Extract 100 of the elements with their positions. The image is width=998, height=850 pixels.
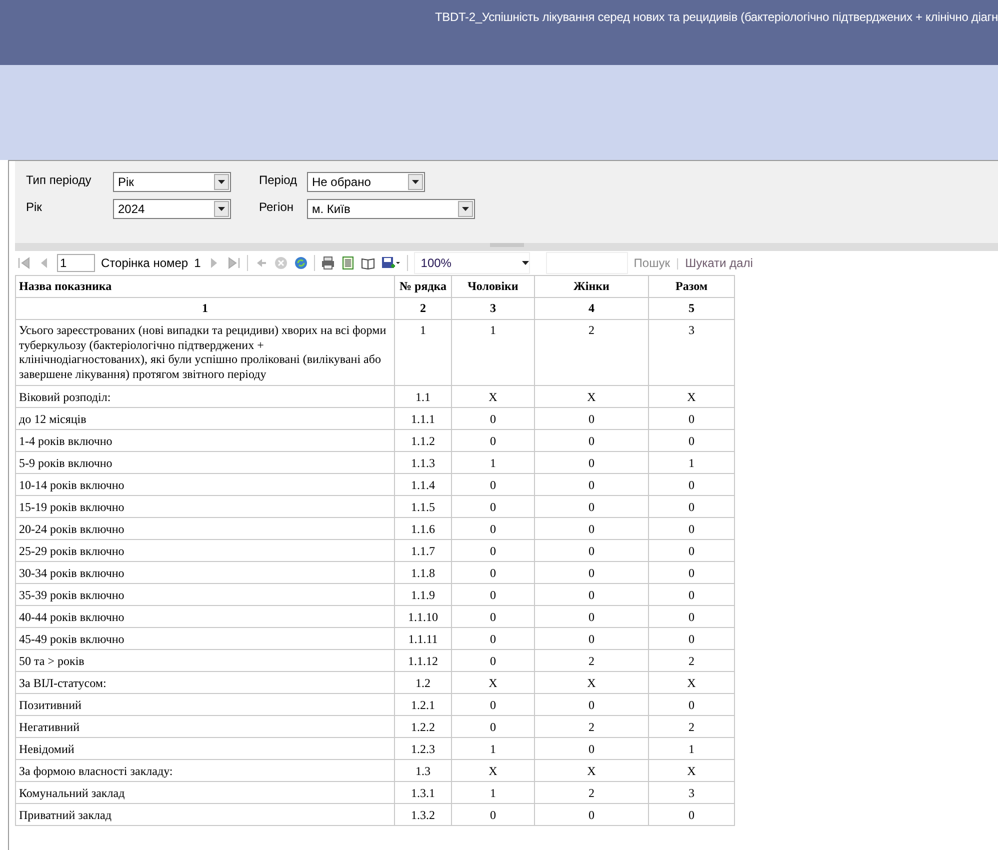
table-cell: 1.1.11 <box>394 628 452 650</box>
table-cell: 1.2 <box>394 672 452 694</box>
table-cell: 0 <box>452 650 534 672</box>
page-label: Сторінка номер <box>101 256 188 270</box>
zoom-dropdown[interactable]: 100% <box>414 252 530 274</box>
table-cell: 1 <box>452 320 534 386</box>
table-cell: 40-44 років включно <box>16 606 394 628</box>
table-cell: 0 <box>534 452 648 474</box>
table-cell: 0 <box>534 430 648 452</box>
search-field[interactable] <box>546 252 628 274</box>
column-header: Жінки <box>534 276 648 298</box>
table-cell: 1.1.7 <box>394 540 452 562</box>
table-cell: 1.1 <box>394 386 452 408</box>
table-cell: 1.1.6 <box>394 518 452 540</box>
table-cell: 0 <box>534 584 648 606</box>
table-cell: За формою власності закладу: <box>16 760 394 782</box>
table-cell: 0 <box>534 408 648 430</box>
table-cell: Позитивний <box>16 694 394 716</box>
table-cell: X <box>452 672 534 694</box>
column-header: Назва показника <box>16 276 394 298</box>
table-cell: Віковий розподіл: <box>16 386 394 408</box>
parameter-dropdown[interactable]: Не обрано <box>307 172 425 192</box>
table-cell: 0 <box>452 584 534 606</box>
table-cell: 3 <box>648 782 734 804</box>
table-cell: 0 <box>452 474 534 496</box>
table-cell: 1.3.1 <box>394 782 452 804</box>
page-number-field[interactable]: 1 <box>57 254 95 272</box>
table-cell: X <box>534 760 648 782</box>
column-header: Чоловіки <box>452 276 534 298</box>
book-icon[interactable] <box>360 256 375 270</box>
parameter-label: Період <box>259 172 298 189</box>
column-number: 4 <box>534 298 648 320</box>
table-cell: 1 <box>648 738 734 760</box>
table-cell: 0 <box>534 738 648 760</box>
parameter-dropdown[interactable]: м. Київ <box>307 199 475 219</box>
refresh-icon[interactable] <box>294 256 308 270</box>
table-cell: 1.2.3 <box>394 738 452 760</box>
table-cell: 2 <box>648 716 734 738</box>
print-icon[interactable] <box>320 256 335 270</box>
table-cell: до 12 місяців <box>16 408 394 430</box>
table-cell: 0 <box>534 474 648 496</box>
table-cell: 0 <box>452 606 534 628</box>
table-cell: 1 <box>452 452 534 474</box>
table-cell: 0 <box>452 408 534 430</box>
table-cell: 0 <box>452 540 534 562</box>
table-cell: 10-14 років включно <box>16 474 394 496</box>
table-cell: 0 <box>648 694 734 716</box>
table-cell: 0 <box>648 474 734 496</box>
column-number: 3 <box>452 298 534 320</box>
table-cell: 5-9 років включно <box>16 452 394 474</box>
first-page-icon[interactable] <box>17 256 31 270</box>
table-cell: 0 <box>534 606 648 628</box>
table-cell: 0 <box>534 496 648 518</box>
table-cell: 1.1.4 <box>394 474 452 496</box>
caret-icon <box>522 261 529 265</box>
find-next-link[interactable]: Шукати далі <box>685 256 753 270</box>
table-cell: 2 <box>534 782 648 804</box>
table-cell: 1.2.2 <box>394 716 452 738</box>
column-number: 5 <box>648 298 734 320</box>
caret-icon <box>412 180 419 184</box>
table-cell: 1.1.8 <box>394 562 452 584</box>
table-cell: 1.1.2 <box>394 430 452 452</box>
table-cell: Невідомий <box>16 738 394 760</box>
table-cell: 25-29 років включно <box>16 540 394 562</box>
parameter-dropdown[interactable]: Рік <box>113 172 231 192</box>
table-cell: 2 <box>648 650 734 672</box>
find-link[interactable]: Пошук <box>634 256 670 270</box>
table-cell: 0 <box>648 408 734 430</box>
report-title: TBDT-2_Успішність лікування серед нових та рецидивів (бактеріологічно підтверджених + клінічно діагн <box>434 10 998 24</box>
table-cell: 0 <box>452 694 534 716</box>
table-cell: X <box>648 386 734 408</box>
table-cell: 0 <box>534 562 648 584</box>
parameter-label: Тип періоду <box>26 172 92 189</box>
table-cell: 1 <box>394 320 452 386</box>
table-cell: 1.2.1 <box>394 694 452 716</box>
table-cell: 1 <box>648 452 734 474</box>
table-cell: X <box>534 672 648 694</box>
table-cell: 2 <box>534 716 648 738</box>
table-cell: 0 <box>648 584 734 606</box>
table-cell: X <box>648 672 734 694</box>
table-cell: 0 <box>648 562 734 584</box>
last-page-icon[interactable] <box>226 256 241 270</box>
column-header: № рядка <box>394 276 452 298</box>
stop-icon[interactable] <box>274 256 288 270</box>
table-cell: 1 <box>452 738 534 760</box>
table-cell: 0 <box>534 694 648 716</box>
table-cell: 1.1.1 <box>394 408 452 430</box>
caret-icon <box>462 207 469 211</box>
parameter-dropdown[interactable]: 2024 <box>113 199 231 219</box>
table-cell: 15-19 років включно <box>16 496 394 518</box>
table-cell: 2 <box>534 650 648 672</box>
table-cell: За ВІЛ-статусом: <box>16 672 394 694</box>
page-layout-icon[interactable] <box>340 256 355 270</box>
table-cell: 1.1.10 <box>394 606 452 628</box>
table-cell: 50 та > років <box>16 650 394 672</box>
table-cell: 0 <box>648 804 734 826</box>
table-cell: 45-49 років включно <box>16 628 394 650</box>
table-cell: 0 <box>534 628 648 650</box>
save-icon[interactable] <box>380 256 401 270</box>
table-cell: 2 <box>534 320 648 386</box>
